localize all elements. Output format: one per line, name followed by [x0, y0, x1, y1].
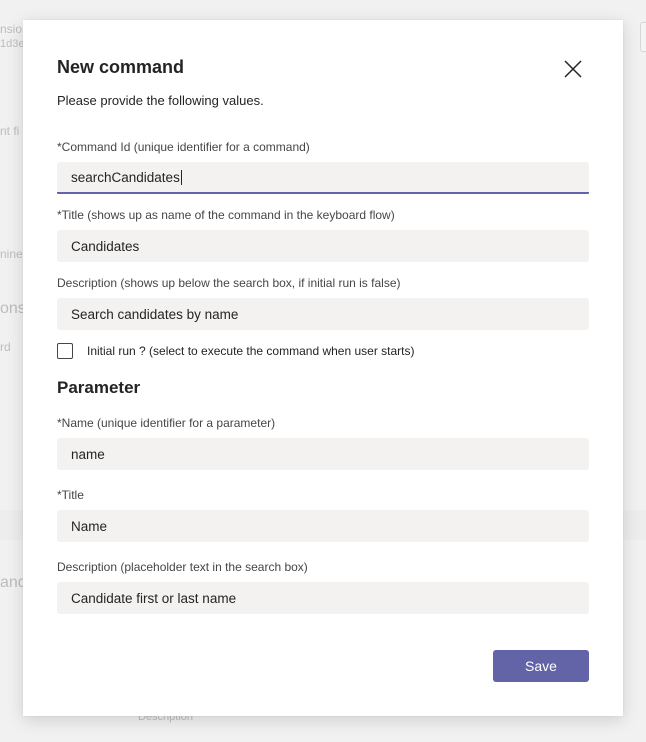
title-value: Candidates — [71, 238, 140, 254]
new-command-dialog: New command Please provide the following… — [23, 20, 623, 716]
background-text: nsio — [0, 22, 23, 36]
background-button — [640, 22, 646, 52]
parameter-description-label: Description (placeholder text in the sea… — [57, 560, 308, 574]
parameter-title-input[interactable]: Name — [57, 510, 589, 542]
dialog-subtitle: Please provide the following values. — [57, 93, 264, 108]
parameter-title-value: Name — [71, 518, 108, 534]
parameter-description-value: Candidate first or last name — [71, 590, 237, 606]
description-input[interactable]: Search candidates by name — [57, 298, 589, 330]
close-button[interactable] — [560, 56, 586, 82]
parameter-name-input[interactable]: name — [57, 438, 589, 470]
command-id-input[interactable]: searchCandidates — [57, 162, 589, 194]
command-id-value: searchCandidates — [71, 169, 180, 185]
command-id-label: *Command Id (unique identifier for a com… — [57, 140, 310, 154]
initial-run-checkbox[interactable] — [57, 343, 73, 359]
description-value: Search candidates by name — [71, 306, 239, 322]
save-button[interactable]: Save — [493, 650, 589, 682]
dialog-title: New command — [57, 57, 185, 77]
initial-run-label: Initial run ? (select to execute the com… — [87, 344, 415, 358]
parameter-heading: Parameter — [57, 378, 141, 397]
background-text: nt fi — [0, 124, 20, 138]
description-label: Description (shows up below the search b… — [57, 276, 401, 290]
background-text: nine — [0, 247, 23, 261]
parameter-name-label: *Name (unique identifier for a parameter… — [57, 416, 276, 430]
background-text: 1d3e — [0, 38, 25, 50]
background-text: ons — [0, 300, 26, 317]
title-label: *Title (shows up as name of the command … — [57, 208, 395, 222]
initial-run-option: Initial run ? (select to execute the com… — [57, 343, 415, 359]
parameter-title-label: *Title — [57, 488, 84, 502]
close-icon — [564, 60, 582, 78]
title-input[interactable]: Candidates — [57, 230, 589, 262]
text-caret — [180, 169, 182, 185]
parameter-description-input[interactable]: Candidate first or last name — [57, 582, 589, 614]
parameter-name-value: name — [71, 446, 105, 462]
background-text: rd — [0, 340, 11, 354]
